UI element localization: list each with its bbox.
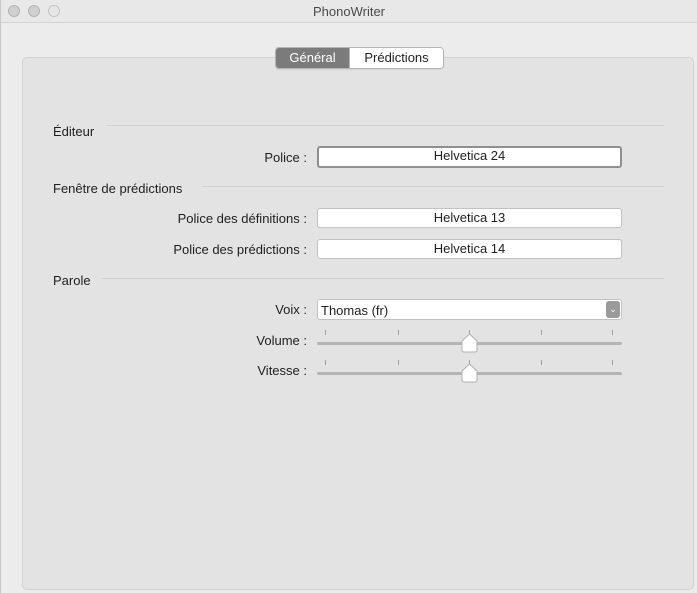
voice-popup[interactable]: Thomas (fr) ⌄ bbox=[317, 299, 622, 320]
slider-tick bbox=[612, 330, 613, 335]
slider-tick bbox=[325, 330, 326, 335]
slider-tick bbox=[541, 330, 542, 335]
voice-selected-value: Thomas (fr) bbox=[321, 303, 389, 318]
editor-font-field[interactable]: Helvetica 24 bbox=[317, 146, 622, 168]
preferences-window: PhonoWriter Général Prédictions Éditeur … bbox=[0, 0, 697, 593]
tab-content-panel bbox=[22, 57, 694, 590]
chevron-down-icon: ⌄ bbox=[606, 301, 620, 318]
tab-general[interactable]: Général bbox=[276, 48, 349, 68]
editor-font-label: Police : bbox=[264, 150, 307, 165]
slider-tick bbox=[541, 360, 542, 365]
slider-tick bbox=[398, 330, 399, 335]
section-divider-speech bbox=[102, 278, 664, 279]
volume-slider[interactable] bbox=[317, 330, 622, 353]
slider-knob[interactable] bbox=[461, 333, 478, 353]
volume-label: Volume : bbox=[256, 333, 307, 348]
tab-predictions[interactable]: Prédictions bbox=[349, 48, 443, 68]
predictions-font-field[interactable]: Helvetica 14 bbox=[317, 239, 622, 259]
section-title-editor: Éditeur bbox=[53, 124, 95, 139]
voice-label: Voix : bbox=[275, 302, 307, 317]
definitions-font-label: Police des définitions : bbox=[177, 211, 307, 226]
speed-label: Vitesse : bbox=[257, 363, 307, 378]
slider-tick bbox=[398, 360, 399, 365]
slider-tick bbox=[612, 360, 613, 365]
slider-tick bbox=[325, 360, 326, 365]
section-divider-editor bbox=[107, 125, 664, 126]
section-title-predictions-window: Fenêtre de prédictions bbox=[53, 181, 183, 196]
definitions-font-field[interactable]: Helvetica 13 bbox=[317, 208, 622, 228]
title-bar[interactable]: PhonoWriter bbox=[1, 0, 697, 23]
section-title-speech: Parole bbox=[53, 273, 91, 288]
tab-bar: Général Prédictions bbox=[275, 47, 444, 69]
speed-slider[interactable] bbox=[317, 360, 622, 383]
section-divider-predictions-window bbox=[202, 186, 664, 187]
window-title: PhonoWriter bbox=[312, 4, 385, 19]
slider-knob[interactable] bbox=[461, 363, 478, 383]
predictions-font-label: Police des prédictions : bbox=[173, 242, 307, 257]
